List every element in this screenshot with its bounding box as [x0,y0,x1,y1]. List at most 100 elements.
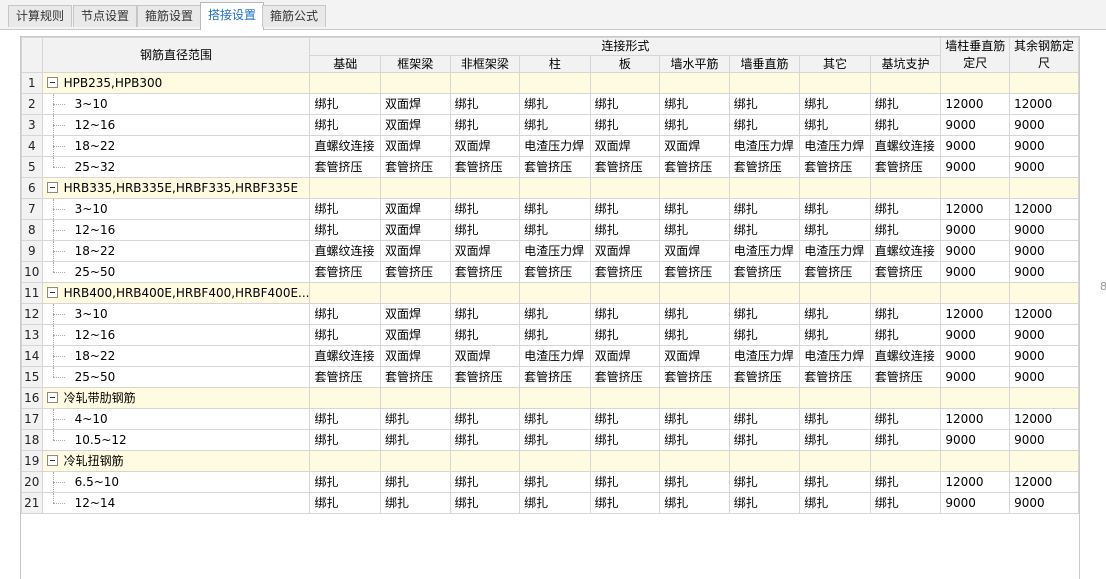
header-col-slab[interactable]: 板 [589,54,661,73]
length-cell[interactable]: 9000 [1009,261,1079,283]
table-row[interactable]: 15 25~50 套管挤压 套管挤压 套管挤压 套管挤压 套管挤压 套管挤压 套管挤压 套管挤压套… [21,366,1079,388]
length-cell[interactable]: 12000 [1009,303,1079,325]
connection-cell[interactable]: 绑扎 [728,114,801,136]
connection-cell[interactable] [380,450,451,472]
connection-cell[interactable]: 绑扎 [519,429,591,451]
connection-cell[interactable] [380,387,451,409]
connection-cell[interactable]: 绑扎 [869,198,942,220]
connection-cell[interactable] [519,177,591,199]
connection-cell[interactable]: 绑扎 [589,492,661,514]
table-row[interactable]: 13 12~16 绑扎 双面焊 绑扎 绑扎 绑扎 绑扎 绑扎 绑扎 绑扎 9000 9000 [21,324,1079,346]
connection-cell[interactable]: 套管挤压 [449,366,521,388]
range-cell[interactable]: 12~16 [41,324,311,346]
connection-cell[interactable]: 绑扎 [799,324,871,346]
connection-cell[interactable]: 绑扎 [519,198,591,220]
connection-cell[interactable]: 双面焊 [449,240,521,262]
connection-cell[interactable]: 套管挤压 [659,156,730,178]
connection-cell[interactable] [869,282,942,304]
connection-cell[interactable]: 绑扎 [728,324,801,346]
connection-cell[interactable]: 绑扎 [449,471,521,493]
length-cell[interactable]: 9000 [1009,492,1079,514]
range-cell[interactable]: 25~50 [41,366,311,388]
connection-cell[interactable] [449,177,521,199]
tab-stirrup-formula[interactable]: 箍筋公式 [262,5,327,27]
range-cell[interactable]: 3~10 [41,198,311,220]
connection-cell[interactable]: 套管挤压 [380,156,451,178]
range-cell[interactable]: 12~14 [41,492,311,514]
group-label-cell[interactable]: 冷轧扭钢筋 [41,450,311,472]
connection-cell[interactable]: 绑扎 [589,114,661,136]
connection-cell[interactable]: 绑扎 [449,408,521,430]
connection-cell[interactable] [519,72,591,94]
connection-cell[interactable]: 绑扎 [659,324,730,346]
length-cell[interactable]: 12000 [1009,198,1079,220]
length-cell[interactable]: 9000 [1009,219,1079,241]
length-cell[interactable]: 9000 [1009,240,1079,262]
header-col-pit-support[interactable]: 基坑支护 [869,54,942,73]
connection-cell[interactable] [589,450,661,472]
connection-cell[interactable]: 绑扎 [589,303,661,325]
connection-cell[interactable]: 绑扎 [869,93,942,115]
connection-cell[interactable]: 双面焊 [380,219,451,241]
connection-cell[interactable]: 套管挤压 [869,261,942,283]
connection-cell[interactable]: 直螺纹连接 [309,345,381,367]
connection-cell[interactable]: 套管挤压 [449,156,521,178]
connection-cell[interactable] [799,387,871,409]
length-cell[interactable]: 9000 [940,240,1011,262]
connection-cell[interactable] [309,387,381,409]
connection-cell[interactable] [449,450,521,472]
connection-cell[interactable]: 双面焊 [449,135,521,157]
length-cell[interactable]: 9000 [940,135,1011,157]
length-cell[interactable]: 9000 [940,429,1011,451]
connection-cell[interactable]: 绑扎 [799,114,871,136]
group-row[interactable]: 6 HRB335,HRB335E,HRBF335,HRBF335E [21,177,1079,199]
connection-cell[interactable]: 电渣压力焊 [799,345,871,367]
connection-cell[interactable]: 双面焊 [380,93,451,115]
connection-cell[interactable]: 双面焊 [380,135,451,157]
connection-cell[interactable]: 绑扎 [309,324,381,346]
connection-cell[interactable]: 绑扎 [799,471,871,493]
connection-cell[interactable]: 绑扎 [659,219,730,241]
connection-cell[interactable]: 套管挤压 [380,261,451,283]
connection-cell[interactable]: 绑扎 [869,219,942,241]
length-cell[interactable]: 9000 [940,492,1011,514]
connection-cell[interactable] [519,450,591,472]
collapse-icon[interactable] [46,455,58,466]
connection-cell[interactable]: 套管挤压 [519,156,591,178]
range-cell[interactable]: 18~22 [41,135,311,157]
range-cell[interactable]: 18~22 [41,345,311,367]
connection-cell[interactable]: 套管挤压 [519,366,591,388]
range-cell[interactable]: 3~10 [41,303,311,325]
range-cell[interactable]: 12~16 [41,114,311,136]
range-cell[interactable]: 25~32 [41,156,311,178]
connection-cell[interactable]: 绑扎 [589,471,661,493]
connection-cell[interactable]: 绑扎 [519,219,591,241]
connection-cell[interactable] [659,177,730,199]
length-cell[interactable]: 9000 [940,345,1011,367]
connection-cell[interactable]: 绑扎 [519,408,591,430]
table-row[interactable]: 7 3~10 绑扎 双面焊 绑扎 绑扎 绑扎 绑扎 绑扎 绑扎 绑扎 12000 12000 [21,198,1079,220]
connection-cell[interactable]: 绑扎 [869,429,942,451]
length-cell[interactable]: 12000 [1009,471,1079,493]
length-cell[interactable] [940,282,1011,304]
connection-cell[interactable]: 绑扎 [380,471,451,493]
connection-cell[interactable]: 电渣压力焊 [728,240,801,262]
connection-cell[interactable]: 绑扎 [309,408,381,430]
length-cell[interactable]: 9000 [940,366,1011,388]
length-cell[interactable]: 12000 [940,198,1011,220]
range-cell[interactable]: 25~50 [41,261,311,283]
connection-cell[interactable]: 绑扎 [799,303,871,325]
connection-cell[interactable]: 绑扎 [519,93,591,115]
connection-cell[interactable]: 绑扎 [449,219,521,241]
range-cell[interactable]: 4~10 [41,408,311,430]
tab-stirrup-settings[interactable]: 箍筋设置 [137,5,202,27]
connection-cell[interactable]: 双面焊 [659,345,730,367]
connection-cell[interactable] [589,177,661,199]
header-other-length[interactable]: 其余钢筋定尺 [1009,37,1079,73]
length-cell[interactable] [1009,387,1079,409]
length-cell[interactable]: 9000 [940,324,1011,346]
connection-cell[interactable]: 绑扎 [449,324,521,346]
connection-cell[interactable] [869,450,942,472]
length-cell[interactable] [940,72,1011,94]
tab-calc-rules[interactable]: 计算规则 [8,5,73,27]
